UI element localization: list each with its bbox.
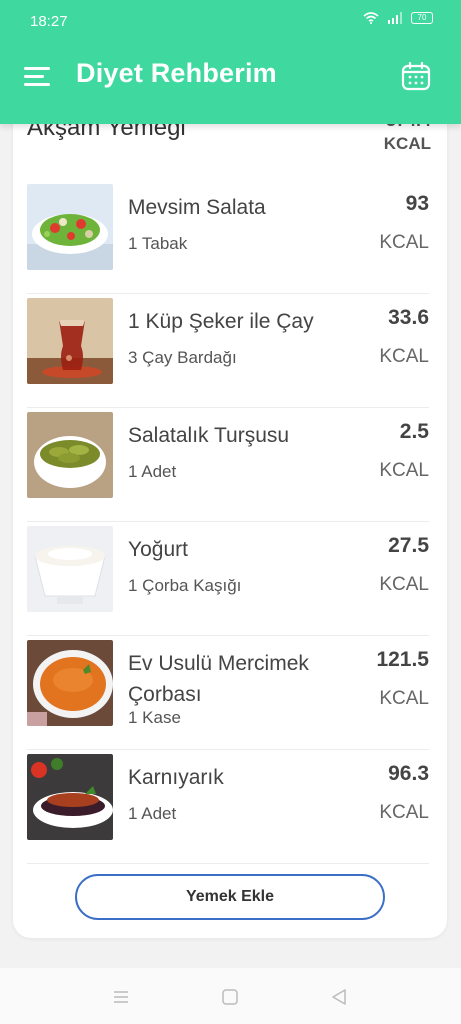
meal-card: Akşam Yemeği 374.4 KCAL Mevsim Salata 1 … (13, 80, 447, 938)
system-nav-bar (0, 968, 461, 1024)
status-time: 18:27 (30, 13, 68, 30)
meal-kcal-unit: KCAL (379, 574, 429, 595)
meal-item[interactable]: Karnıyarık 1 Adet 96.3 KCAL (27, 750, 429, 864)
app-header: 18:27 70 Diyet Rehberim (0, 0, 461, 124)
meal-quantity: 1 Adet (128, 804, 177, 823)
meal-quantity: 1 Tabak (128, 234, 188, 253)
meal-name: Yoğurt (128, 538, 188, 561)
meal-list: Mevsim Salata 1 Tabak 93 KCAL 1 Küp Şeke… (27, 180, 429, 864)
meal-quantity: 1 Kase (128, 708, 181, 727)
meal-item[interactable]: Ev Usulü Mercimek Çorbası 1 Kase 121.5 K… (27, 636, 429, 750)
back-nav-icon[interactable] (330, 988, 348, 1006)
calendar-icon[interactable] (401, 61, 431, 91)
signal-icon (388, 12, 402, 24)
karniyarik-thumbnail (27, 754, 113, 840)
meal-kcal-unit: KCAL (379, 460, 429, 481)
lentil-soup-thumbnail (27, 640, 113, 726)
status-bar: 18:27 70 (0, 0, 461, 44)
salad-thumbnail (27, 184, 113, 270)
section-kcal-unit: KCAL (383, 134, 431, 153)
meal-quantity: 1 Çorba Kaşığı (128, 576, 242, 595)
tea-thumbnail (27, 298, 113, 384)
meal-kcal: 2.5 (399, 420, 429, 443)
meal-item[interactable]: Yoğurt 1 Çorba Kaşığı 27.5 KCAL (27, 522, 429, 636)
meal-kcal-unit: KCAL (379, 346, 429, 367)
meal-quantity: 1 Adet (128, 462, 177, 481)
app-title: Diyet Rehberim (76, 58, 277, 88)
meal-item[interactable]: Salatalık Turşusu 1 Adet 2.5 KCAL (27, 408, 429, 522)
meal-kcal-unit: KCAL (379, 802, 429, 823)
meal-name: Karnıyarık (128, 766, 224, 789)
pickles-thumbnail (27, 412, 113, 498)
meal-kcal-unit: KCAL (379, 232, 429, 253)
meal-item[interactable]: 1 Küp Şeker ile Çay 3 Çay Bardağı 33.6 K… (27, 294, 429, 408)
meal-name: Ev Usulü Mercimek Çorbası (128, 652, 309, 706)
add-meal-button[interactable]: Yemek Ekle (75, 874, 385, 920)
meal-kcal: 27.5 (388, 534, 429, 557)
meal-kcal: 121.5 (376, 648, 429, 671)
home-nav-icon[interactable] (221, 988, 239, 1006)
meal-kcal: 93 (405, 192, 429, 215)
meal-item[interactable]: Mevsim Salata 1 Tabak 93 KCAL (27, 180, 429, 294)
meal-name: Salatalık Turşusu (128, 424, 290, 447)
menu-icon[interactable] (24, 64, 52, 88)
meal-quantity: 3 Çay Bardağı (128, 348, 237, 367)
yogurt-thumbnail (27, 526, 113, 612)
wifi-icon (363, 12, 379, 24)
meal-kcal: 96.3 (388, 762, 429, 785)
battery-icon: 70 (411, 12, 433, 24)
meal-kcal: 33.6 (388, 306, 429, 329)
status-icons: 70 (363, 12, 433, 24)
meal-name: 1 Küp Şeker ile Çay (128, 310, 314, 333)
menu-nav-icon[interactable] (112, 988, 130, 1006)
meal-name: Mevsim Salata (128, 196, 266, 219)
meal-kcal-unit: KCAL (379, 688, 429, 709)
